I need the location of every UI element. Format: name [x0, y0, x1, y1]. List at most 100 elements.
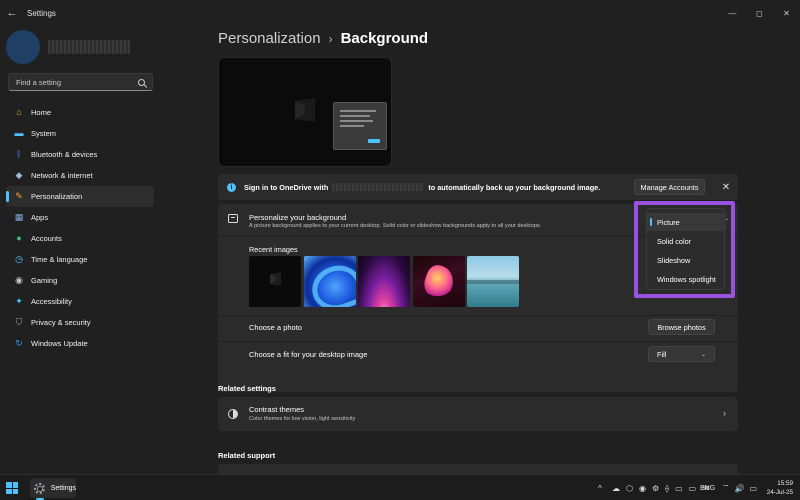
gamepad-icon: ◉ [15, 275, 23, 285]
taskbar: Settings ^ ☁ ⬡ ◉ ⚙ ⟠ ▭ ▭ ✉ ENG ⌔ 🔊 ▭ 15:59 24-Jul… [0, 474, 800, 500]
clock-date: 24-Jul-25 [766, 489, 793, 496]
sidebar-item-label: Apps [31, 213, 49, 222]
wifi-icon: ⌔ [722, 483, 730, 492]
user-profile[interactable] [6, 30, 130, 64]
back-arrow-icon: ← [6, 7, 18, 19]
record-icon[interactable]: ◉ [639, 484, 646, 493]
recent-image-thumbnail[interactable] [412, 256, 465, 307]
onedrive-text-after: to automatically back up your background… [428, 182, 601, 192]
sidebar-item-apps[interactable]: ▦ Apps [6, 207, 154, 228]
chevron-right-icon: › [723, 408, 726, 418]
search-placeholder: Find a setting [16, 77, 62, 87]
app-icon[interactable]: ⟠ [665, 484, 669, 493]
gear-icon [34, 482, 45, 494]
start-icon[interactable] [6, 482, 18, 494]
related-support-card[interactable] [218, 464, 738, 474]
sidebar-item-label: Privacy & security [31, 318, 91, 327]
sidebar-item-system[interactable]: ▬ System [6, 123, 154, 144]
avatar [6, 30, 40, 64]
language-indicator[interactable]: ENG [700, 475, 715, 500]
contrast-themes-description: Color themes for low vision, light sensi… [249, 416, 356, 422]
sidebar-item-personalization[interactable]: ✎ Personalization [6, 186, 154, 207]
app-icon[interactable]: ⬡ [626, 484, 633, 493]
sidebar-item-accessibility[interactable]: ✦ Accessibility [6, 291, 154, 312]
tray-status[interactable]: ⌔ 🔊 ▭ [722, 475, 757, 500]
recent-image-thumbnail[interactable] [467, 256, 519, 307]
info-icon: i [227, 182, 236, 192]
accessibility-icon: ✦ [15, 296, 23, 306]
search-input[interactable]: Find a setting [8, 73, 153, 91]
fit-select-value: Fill [657, 349, 667, 359]
person-icon: ● [16, 233, 22, 243]
sidebar-item-label: Home [31, 108, 52, 117]
tray-overflow[interactable]: ^ [598, 475, 602, 500]
clock[interactable]: 15:59 24-Jul-25 [759, 479, 793, 497]
recent-image-thumbnail[interactable] [358, 256, 410, 307]
manage-accounts-button[interactable]: Manage Accounts [634, 179, 705, 195]
recent-image-thumbnail[interactable] [249, 256, 301, 307]
sidebar-item-bluetooth-devices[interactable]: ᛒ Bluetooth & devices [6, 144, 154, 165]
personalize-description: A picture background applies to your cur… [249, 223, 542, 229]
sidebar: Find a setting ⌂ Home ▬ System ᛒ Bluetooth & … [0, 26, 160, 474]
sidebar-item-label: Personalization [31, 192, 83, 201]
related-support-heading: Related support [218, 451, 276, 460]
sidebar-item-network-internet[interactable]: ◆ Network & internet [6, 165, 154, 186]
back-button[interactable]: ← [0, 0, 24, 26]
picture-icon [228, 214, 238, 223]
search-icon[interactable] [138, 78, 145, 86]
settings-tray-icon[interactable]: ⚙ [652, 484, 659, 493]
preview-window [333, 102, 387, 150]
contrast-themes-row[interactable]: Contrast themes Color themes for low vis… [218, 397, 738, 431]
network-icon: ◆ [15, 170, 23, 180]
close-icon[interactable]: ✕ [720, 179, 732, 195]
breadcrumb-parent[interactable]: Personalization [218, 30, 321, 47]
battery-icon: ▭ [749, 483, 758, 493]
window-icon[interactable]: ▭ [689, 484, 697, 493]
close-window-button[interactable]: ✕ [773, 0, 800, 26]
brush-icon: ✎ [15, 191, 23, 201]
recent-image-thumbnail[interactable] [303, 256, 356, 307]
sidebar-item-label: Gaming [31, 276, 58, 285]
sidebar-item-accounts[interactable]: ● Accounts [6, 228, 154, 249]
taskbar-app-label: Settings [50, 484, 76, 492]
sidebar-item-windows-update[interactable]: ↻ Windows Update [6, 333, 154, 354]
apps-icon: ▦ [14, 212, 24, 222]
profile-name-blurred [48, 40, 130, 54]
windows-logo-icon [295, 98, 315, 122]
contrast-themes-title: Contrast themes [249, 405, 305, 414]
recent-images-label: Recent images [249, 245, 298, 254]
fit-select[interactable]: Fill ⌄ [648, 346, 715, 362]
cloud-icon[interactable]: ☁ [612, 484, 620, 493]
breadcrumb: Personalization › Background [218, 30, 428, 47]
app-title: Settings [27, 8, 56, 18]
chevron-up-icon: ^ [598, 483, 602, 493]
sidebar-item-privacy-security[interactable]: ⛉ Privacy & security [6, 312, 154, 333]
clock-time: 15:59 [777, 480, 793, 487]
sidebar-item-home[interactable]: ⌂ Home [6, 102, 154, 123]
window-icon[interactable]: ▭ [675, 484, 683, 493]
update-icon: ↻ [15, 338, 23, 348]
sidebar-item-label: Windows Update [31, 339, 88, 348]
windows-logo-icon [270, 272, 281, 286]
browse-photos-button[interactable]: Browse photos [648, 319, 715, 335]
volume-icon: 🔊 [734, 483, 745, 493]
taskbar-settings-app[interactable]: Settings [30, 478, 76, 498]
related-settings-heading: Related settings [218, 384, 276, 393]
language-label: ENG [700, 484, 716, 492]
sidebar-item-label: Time & language [31, 255, 88, 264]
sidebar-item-time-language[interactable]: ◷ Time & language [6, 249, 154, 270]
home-icon: ⌂ [16, 107, 22, 117]
preview-line [340, 110, 376, 112]
minimize-button[interactable]: — [719, 0, 746, 26]
window-controls: — ◻ ✕ [719, 0, 800, 26]
divider [218, 341, 738, 342]
preview-line [340, 115, 370, 117]
sidebar-item-gaming[interactable]: ◉ Gaming [6, 270, 154, 291]
bluetooth-icon: ᛒ [16, 149, 22, 159]
email-blurred [332, 183, 425, 191]
divider [218, 315, 738, 316]
maximize-button[interactable]: ◻ [746, 0, 773, 26]
preview-button [368, 139, 380, 143]
onedrive-banner: i Sign in to OneDrive with to automatica… [218, 174, 738, 200]
title-bar: ← Settings — ◻ ✕ [0, 0, 800, 26]
